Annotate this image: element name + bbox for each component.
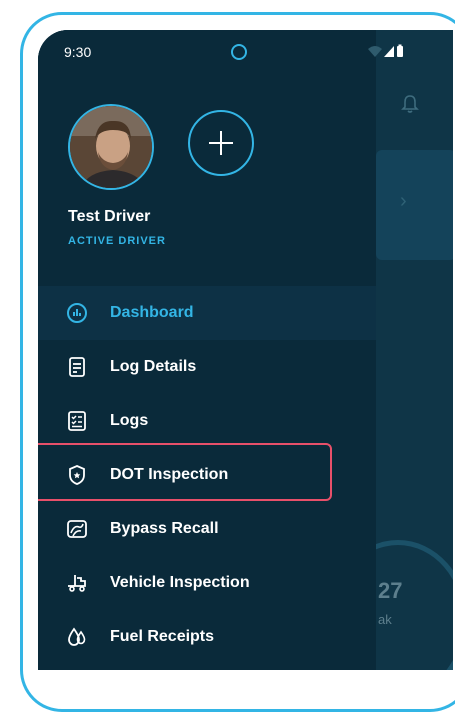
avatar[interactable] (68, 104, 154, 190)
battery-icon (397, 46, 403, 57)
truck-icon (66, 572, 88, 594)
bell-icon[interactable] (401, 94, 419, 119)
menu-item-logs[interactable]: Logs (38, 394, 376, 448)
menu-item-fuel-receipts[interactable]: Fuel Receipts (38, 610, 376, 664)
navigation-drawer: 9:30 Test Driver ACTIVE DRIVER Dashboard… (38, 30, 376, 670)
background-card (376, 150, 453, 260)
menu-item-label: Log Details (110, 358, 197, 375)
logs-icon (66, 410, 88, 432)
menu-item-bypass-recall[interactable]: Bypass Recall (38, 502, 376, 556)
chevron-right-icon: › (400, 190, 407, 212)
status-time: 9:30 (64, 44, 92, 60)
menu-item-dot-inspection[interactable]: DOT Inspection (38, 448, 376, 502)
status-icons (366, 44, 406, 63)
gauge-value: 27 (378, 578, 403, 603)
menu-item-label: Bypass Recall (110, 520, 219, 537)
gauge-unit: ak (378, 612, 392, 627)
add-driver-button[interactable] (188, 110, 254, 176)
menu-item-vehicle-inspection[interactable]: Vehicle Inspection (38, 556, 376, 610)
menu-item-log-details[interactable]: Log Details (38, 340, 376, 394)
menu-item-label: Dashboard (110, 304, 194, 321)
menu-item-label: DOT Inspection (110, 466, 229, 483)
menu-item-label: Vehicle Inspection (110, 574, 250, 591)
menu-item-dashboard[interactable]: Dashboard (38, 286, 376, 340)
dashboard-icon (66, 302, 88, 324)
drawer-menu: Dashboard Log Details Logs DOT Inspectio… (38, 286, 376, 664)
phone-screen: › 27 ak 9:30 Test Driver ACTIVE DRIVER D… (38, 30, 453, 670)
driver-name: Test Driver (68, 208, 151, 225)
shield-icon (66, 464, 88, 486)
fuel-drop-icon (66, 626, 88, 648)
menu-item-label: Logs (110, 412, 149, 429)
bypass-recall-icon (66, 518, 88, 540)
signal-icon (384, 46, 394, 57)
camera-icon (231, 44, 247, 60)
wifi-icon (368, 46, 382, 57)
driver-status: ACTIVE DRIVER (68, 235, 166, 247)
log-details-icon (66, 356, 88, 378)
menu-item-label: Fuel Receipts (110, 628, 215, 645)
